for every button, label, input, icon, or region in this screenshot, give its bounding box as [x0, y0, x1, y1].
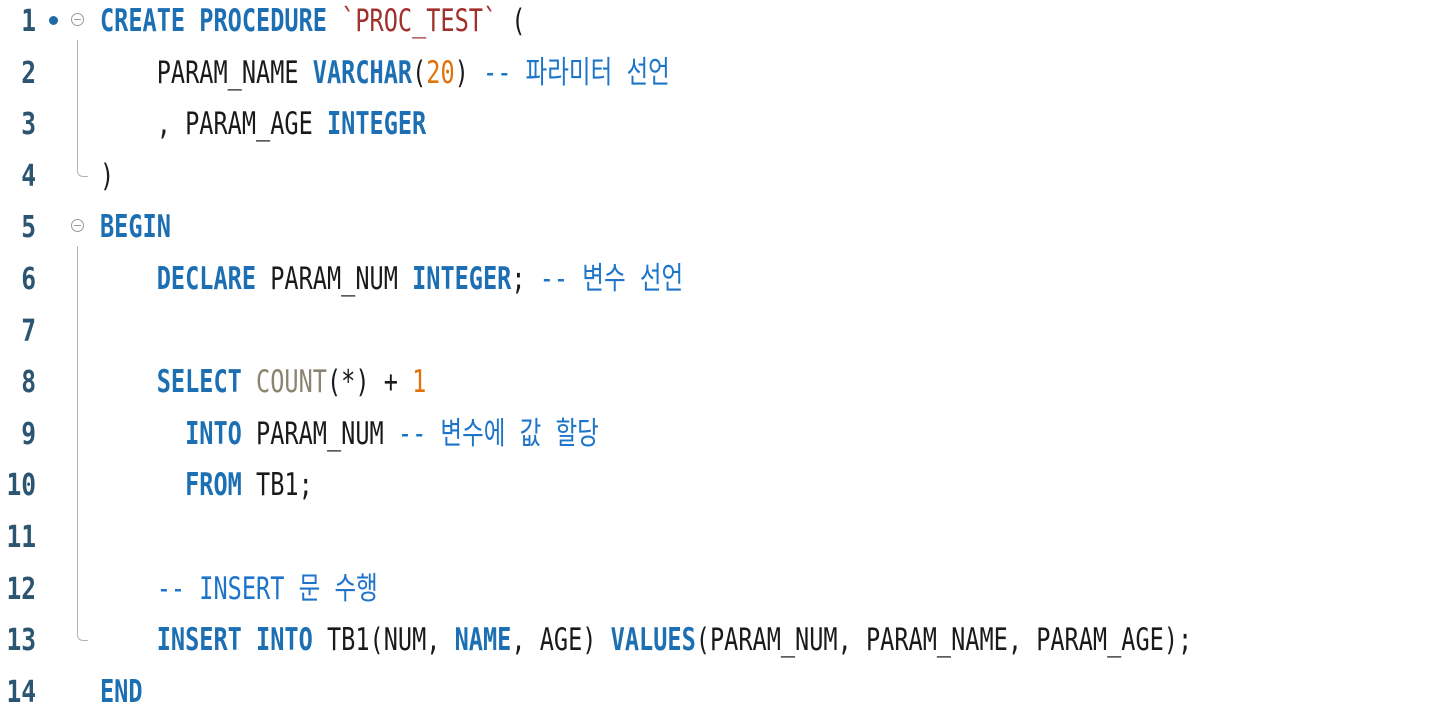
fold-end-marker [77, 164, 88, 177]
code-token-kw: SELECT [156, 364, 242, 401]
line-number: 4 [21, 158, 36, 194]
code-token-plain: , PARAM_AGE [100, 106, 327, 143]
code-line[interactable]: 14 END [0, 667, 1446, 718]
code-text: CREATE PROCEDURE `PROC_TEST` ( [100, 0, 526, 48]
code-token-num: 1 [412, 364, 427, 401]
code-editor[interactable]: 1 CREATE PROCEDURE `PROC_TEST` (2 PARAM_N… [0, 0, 1446, 710]
fold-collapse-icon[interactable] [71, 13, 84, 26]
code-token-plain: ; [511, 261, 540, 297]
line-number: 2 [21, 55, 36, 91]
code-line[interactable]: 3 , PARAM_AGE INTEGER [0, 99, 1446, 151]
code-text: -- INSERT 문 수행 [100, 564, 378, 616]
code-line[interactable]: 10 FROM TB1; [0, 460, 1446, 512]
code-token-kw: INTO [185, 415, 242, 452]
line-number: 3 [21, 107, 36, 143]
code-token-kw: INSERT INTO [156, 622, 313, 659]
code-token-num: 20 [426, 54, 455, 91]
code-token-plain: PARAM_NUM [256, 261, 413, 297]
code-text: ) [100, 151, 114, 203]
line-number: 1 [21, 4, 36, 39]
code-token-plain: TB1; [241, 467, 313, 504]
line-number: 8 [21, 365, 36, 401]
code-token-kw: NAME [454, 622, 512, 659]
code-token-kw: END [100, 673, 143, 710]
code-token-kw: FROM [185, 467, 242, 504]
code-token-kw: INTEGER [326, 106, 427, 143]
fold-guide-line [77, 40, 78, 164]
code-token-kw: VARCHAR [312, 54, 413, 91]
code-token-plain: ) [454, 54, 484, 91]
code-token-plain: (*) + [326, 364, 413, 401]
code-token-plain: PARAM_NAME [100, 54, 313, 91]
code-text: INTO PARAM_NUM -- 변수에 값 할당 [100, 409, 599, 461]
code-token-kw: INTEGER [412, 261, 512, 297]
line-number: 9 [21, 416, 36, 452]
line-number: 5 [21, 210, 36, 246]
code-text: INSERT INTO TB1(NUM, NAME, AGE) VALUES(P… [100, 615, 1192, 667]
code-token-plain: ( [412, 54, 427, 91]
code-line[interactable]: 7 [0, 306, 1446, 358]
code-text: DECLARE PARAM_NUM INTEGER; -- 변수 선언 [100, 254, 683, 306]
fold-collapse-icon[interactable] [71, 219, 84, 233]
code-token-plain: ) [100, 157, 115, 194]
code-line[interactable]: 8 SELECT COUNT(*) + 1 [0, 357, 1446, 409]
code-text: SELECT COUNT(*) + 1 [100, 357, 427, 409]
code-token-kw: CREATE PROCEDURE [100, 3, 327, 39]
code-line[interactable]: 6 DECLARE PARAM_NUM INTEGER; -- 변수 선언 [0, 254, 1446, 306]
code-text: BEGIN [100, 202, 171, 254]
code-text: PARAM_NAME VARCHAR(20) -- 파라미터 선언 [100, 48, 670, 100]
line-number: 11 [6, 520, 37, 555]
code-token-cm: -- INSERT 문 수행 [156, 570, 378, 607]
line-number: 12 [6, 571, 37, 607]
code-line[interactable]: 5 BEGIN [0, 202, 1446, 254]
code-line[interactable]: 1 CREATE PROCEDURE `PROC_TEST` ( [0, 0, 1446, 48]
code-token-kw: VALUES [610, 622, 696, 659]
code-token-cm: -- 변수에 값 할당 [397, 415, 599, 452]
code-token-str: `PROC_TEST` [341, 3, 498, 39]
code-text: END [100, 667, 143, 718]
code-line[interactable]: 9 INTO PARAM_NUM -- 변수에 값 할당 [0, 409, 1446, 461]
code-line[interactable]: 4) [0, 151, 1446, 203]
breakpoint-dot-icon[interactable] [49, 16, 58, 25]
code-token-plain: ( [497, 3, 526, 39]
code-token-kw: DECLARE [156, 261, 257, 297]
code-text: FROM TB1; [100, 460, 313, 512]
code-token-kw: BEGIN [100, 209, 171, 246]
line-number: 14 [6, 674, 37, 710]
code-line[interactable]: 12 -- INSERT 문 수행 [0, 564, 1446, 616]
code-line[interactable]: 2 PARAM_NAME VARCHAR(20) -- 파라미터 선언 [0, 48, 1446, 100]
line-number: 13 [6, 623, 37, 659]
code-token-plain: , AGE) [511, 622, 611, 659]
line-number: 10 [6, 468, 37, 504]
code-line[interactable]: 11 [0, 512, 1446, 564]
code-token-fn: COUNT [256, 364, 327, 401]
line-number: 6 [21, 262, 36, 297]
code-token-plain: PARAM_NUM [241, 415, 398, 452]
code-token-cm: -- 파라미터 선언 [483, 54, 670, 91]
code-token-plain: TB1(NUM, [312, 622, 455, 659]
fold-guide-line [77, 246, 78, 628]
code-text: , PARAM_AGE INTEGER [100, 99, 427, 151]
fold-end-marker [77, 628, 88, 641]
code-line[interactable]: 13 INSERT INTO TB1(NUM, NAME, AGE) VALUE… [0, 615, 1446, 667]
line-number: 7 [21, 313, 36, 349]
code-token-plain: (PARAM_NUM, PARAM_NAME, PARAM_AGE); [695, 622, 1193, 659]
code-token-cm: -- 변수 선언 [539, 261, 684, 297]
